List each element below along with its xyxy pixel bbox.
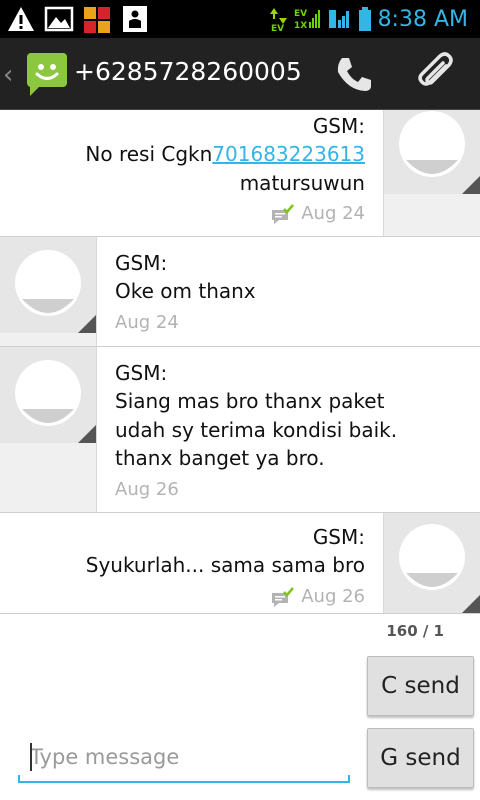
battery-icon [358,7,371,31]
signal-ev-label: EV [294,9,307,19]
contact-avatar[interactable] [384,513,480,613]
message-text-prefix: No resi Cgkn [85,142,213,166]
phone-icon[interactable] [330,50,378,98]
message-sender: GSM: [312,114,365,138]
image-icon [44,6,74,32]
clock: 8:38 AM [377,6,468,32]
delivered-icon [272,204,295,224]
paperclip-icon[interactable] [412,50,460,98]
message-date: Aug 26 [115,478,179,500]
message-body: GSM: Syukurlah... sama sama bro Aug 26 [0,513,384,613]
action-bar: ‹ +6285728260005 [0,38,480,110]
message-text-line: udah sy terima kondisi baik. [115,417,398,442]
message-date: Aug 24 [115,311,179,333]
warning-icon [8,7,34,31]
g-send-button[interactable]: G send [367,728,474,788]
default-avatar-icon [399,524,480,613]
message-sender: GSM: [115,251,168,275]
signal-ev-icon: EV 1X [294,9,320,31]
delivered-icon [272,586,295,607]
c-send-button[interactable]: C send [367,656,474,716]
message-input[interactable] [18,735,350,779]
contact-avatar[interactable] [0,347,96,443]
message-text-line: thanx banget ya bro. [115,446,325,470]
status-bar: EV EV 1X 8:38 AM [0,0,480,38]
default-avatar-icon [15,360,96,443]
message-body: GSM: Oke om thanx Aug 24 [96,237,480,346]
message-date: Aug 26 [301,585,365,607]
message-item[interactable]: GSM: No resi Cgkn701683223613 matursuwun… [0,110,480,237]
profile-icon [123,6,147,32]
notification-icons [6,4,150,34]
message-sender: GSM: [312,525,365,549]
text-caret [30,743,32,771]
ev-label: EV [271,24,284,32]
app-icon [84,7,110,33]
message-item[interactable]: GSM: Syukurlah... sama sama bro Aug 26 [0,513,480,614]
message-sender: GSM: [115,361,168,385]
signal-3g-icon [328,10,349,28]
default-avatar-icon [399,111,480,194]
tracking-number-link[interactable]: 701683223613 [212,142,365,166]
default-avatar-icon [15,250,96,333]
message-date-row: Aug 26 [86,584,365,610]
message-text-line: matursuwun [239,170,365,195]
back-chevron-icon[interactable]: ‹ [3,60,13,90]
message-text: No resi Cgkn701683223613 [85,140,365,169]
message-date-row: Aug 24 [85,201,365,227]
avatar-spacer [384,194,480,236]
message-date: Aug 24 [301,203,365,224]
system-icons: EV EV 1X 8:38 AM [269,0,468,38]
message-input-wrapper [18,735,350,787]
message-body: GSM: No resi Cgkn701683223613 matursuwun… [0,110,384,236]
data-transfer-icon: EV [269,8,287,32]
conversation-title: +6285728260005 [74,57,302,86]
message-text-line: Oke om thanx [115,279,256,303]
input-underline [18,775,350,783]
message-body: GSM: Siang mas bro thanx paket udah sy t… [96,347,480,512]
message-item[interactable]: GSM: Siang mas bro thanx paket udah sy t… [0,347,480,513]
messaging-app-icon[interactable] [26,52,68,96]
message-text-line: Syukurlah... sama sama bro [85,553,365,577]
contact-avatar[interactable] [384,110,480,194]
svg-text:1X: 1X [294,21,307,31]
message-item[interactable]: GSM: Oke om thanx Aug 24 [0,237,480,347]
message-text-line: Siang mas bro thanx paket [115,389,385,413]
character-counter: 160 / 1 [386,622,444,640]
contact-avatar[interactable] [0,237,96,333]
